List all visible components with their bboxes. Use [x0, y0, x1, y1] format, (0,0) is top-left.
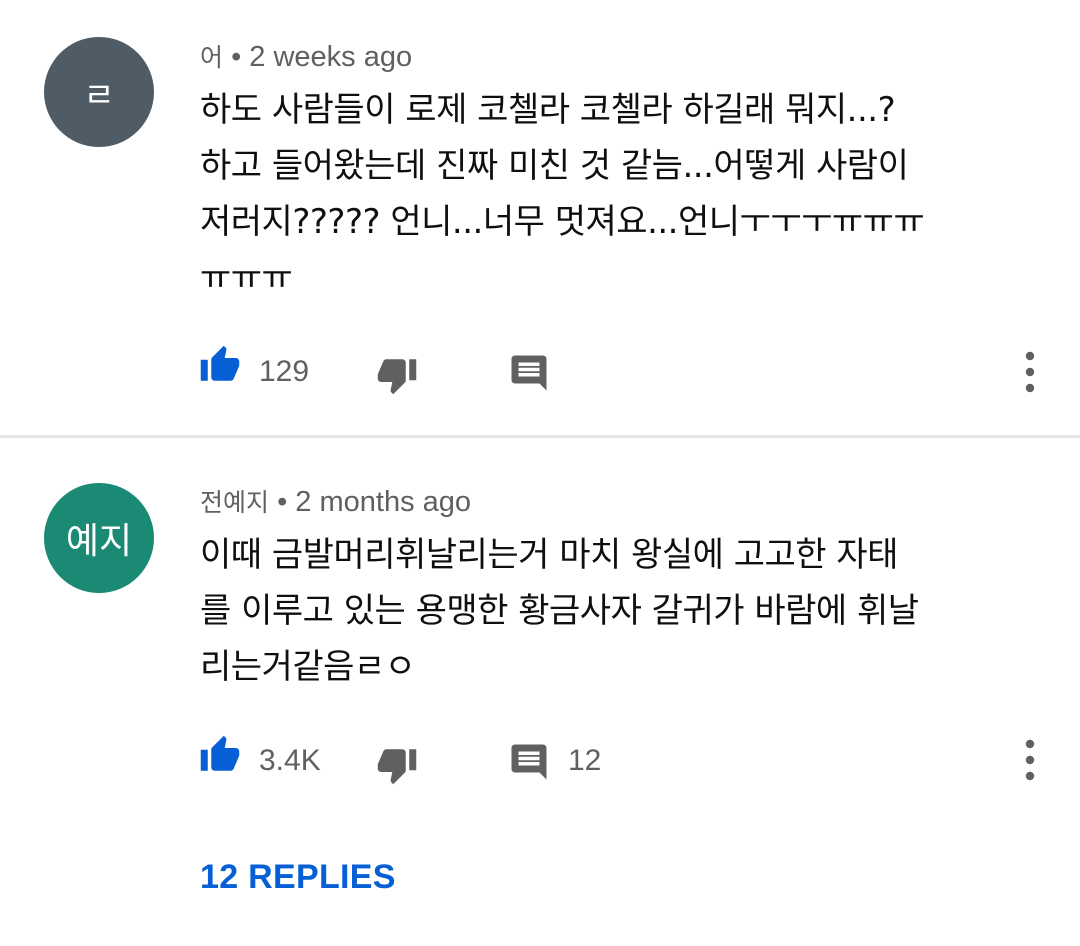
comment-timestamp[interactable]: 2 weeks ago — [249, 41, 412, 73]
comment-icon[interactable] — [508, 352, 550, 394]
view-replies-link[interactable]: 12 REPLIES — [200, 858, 396, 897]
comment-text: 하도 사람들이 로제 코첼라 코첼라 하길래 뭐지...? 하고 들어왔는데 진… — [200, 90, 925, 298]
comment-author[interactable]: 전예지 — [200, 488, 269, 517]
thumbs-down-icon[interactable] — [375, 354, 419, 396]
comment-actions: 129 — [0, 342, 1080, 402]
meta-separator: • — [277, 486, 288, 518]
avatar[interactable]: ㄹ — [44, 37, 154, 147]
comment-divider — [0, 435, 1080, 438]
comment-meta: 어 • 2 weeks ago — [200, 38, 412, 74]
comment-author[interactable]: 어 — [200, 43, 223, 72]
thumbs-up-icon[interactable] — [198, 734, 242, 776]
avatar[interactable]: 예지 — [44, 483, 154, 593]
more-vert-icon[interactable] — [1014, 348, 1046, 396]
more-vert-icon[interactable] — [1014, 736, 1046, 784]
comment-icon[interactable] — [508, 741, 550, 783]
reply-count: 12 — [568, 744, 602, 777]
like-count: 3.4K — [259, 744, 321, 777]
like-count: 129 — [259, 355, 310, 388]
avatar-initial: 예지 — [65, 521, 133, 562]
comment-timestamp[interactable]: 2 months ago — [295, 486, 471, 518]
comment-text: 이때 금발머리휘날리는거 마치 왕실에 고고한 자태 를 이루고 있는 용맹한 … — [200, 535, 919, 687]
thumbs-down-icon[interactable] — [375, 744, 419, 786]
meta-separator: • — [231, 41, 242, 73]
thumbs-up-icon[interactable] — [198, 344, 242, 386]
avatar-initial: ㄹ — [83, 75, 115, 116]
comment-actions: 3.4K 12 — [0, 732, 1080, 792]
comment-meta: 전예지 • 2 months ago — [200, 483, 471, 519]
